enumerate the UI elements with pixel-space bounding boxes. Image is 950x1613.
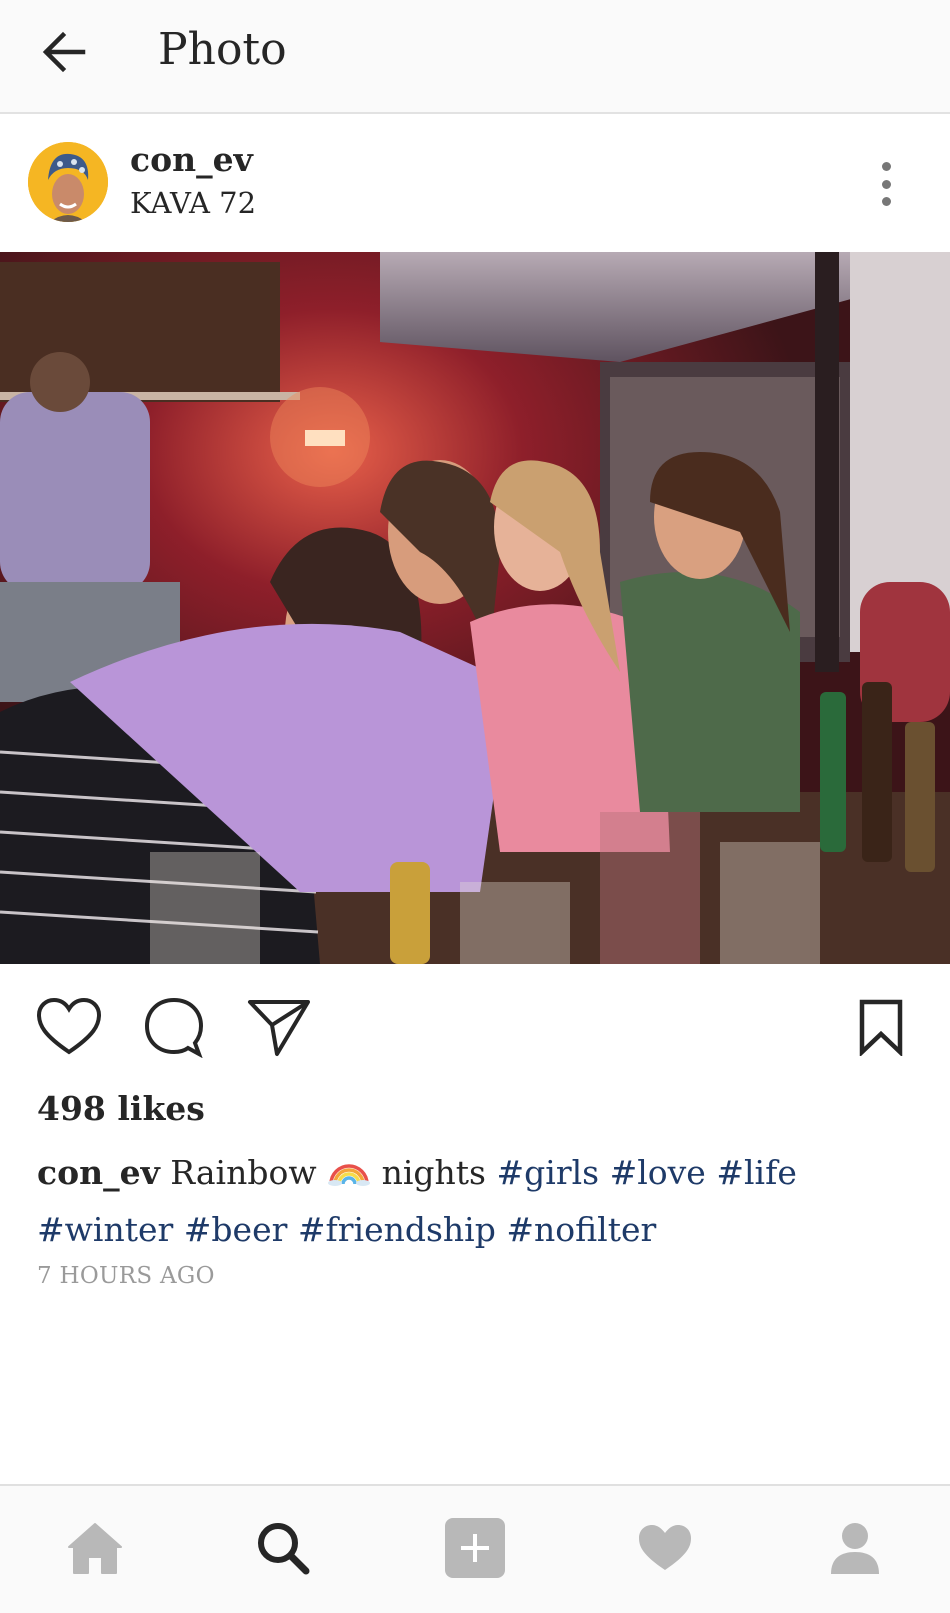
avatar-image bbox=[28, 142, 108, 222]
heart-outline-icon bbox=[36, 997, 102, 1055]
share-button[interactable] bbox=[242, 994, 316, 1060]
hashtag-life[interactable]: #life bbox=[716, 1153, 797, 1192]
page-title: Photo bbox=[158, 24, 287, 75]
comment-bubble-icon bbox=[144, 997, 204, 1058]
more-vertical-icon bbox=[881, 162, 891, 171]
nav-home[interactable] bbox=[55, 1508, 135, 1588]
nav-activity[interactable] bbox=[625, 1508, 705, 1588]
hashtag-winter[interactable]: #winter bbox=[37, 1210, 173, 1249]
bookmark-icon bbox=[859, 999, 903, 1056]
caption-text-after: nights bbox=[381, 1153, 486, 1192]
likes-count[interactable]: 498 likes bbox=[37, 1089, 205, 1128]
hashtag-beer[interactable]: #beer bbox=[184, 1210, 288, 1249]
group-photo-image bbox=[0, 252, 950, 964]
more-options-button[interactable] bbox=[868, 156, 904, 212]
like-button[interactable] bbox=[32, 994, 106, 1060]
heart-filled-icon bbox=[639, 1525, 691, 1570]
nav-search[interactable] bbox=[243, 1508, 323, 1588]
top-app-bar: Photo bbox=[0, 0, 950, 114]
avatar[interactable] bbox=[28, 142, 108, 222]
caption-text-before: Rainbow bbox=[170, 1153, 317, 1192]
send-paper-plane-icon bbox=[248, 1000, 310, 1056]
post-location[interactable]: KAVA 72 bbox=[130, 186, 256, 220]
nav-add[interactable] bbox=[435, 1508, 515, 1588]
post-timestamp: 7 HOURS AGO bbox=[37, 1263, 215, 1289]
rainbow-emoji-icon bbox=[327, 1147, 371, 1202]
hashtag-girls[interactable]: #girls bbox=[497, 1153, 600, 1192]
nav-profile[interactable] bbox=[815, 1508, 895, 1588]
post-caption: con_ev Rainbow nights #girls #love #life… bbox=[37, 1145, 917, 1257]
hashtag-love[interactable]: #love bbox=[610, 1153, 706, 1192]
search-icon bbox=[258, 1523, 310, 1575]
post-header: con_ev KAVA 72 bbox=[0, 116, 950, 252]
caption-username[interactable]: con_ev bbox=[37, 1153, 160, 1192]
hashtag-friendship[interactable]: #friendship bbox=[298, 1210, 496, 1249]
hashtag-nofilter[interactable]: #nofilter bbox=[506, 1210, 656, 1249]
comment-button[interactable] bbox=[137, 994, 211, 1060]
profile-icon bbox=[831, 1523, 879, 1574]
post-actions bbox=[0, 964, 950, 1084]
post-photo[interactable] bbox=[0, 252, 950, 964]
back-button[interactable] bbox=[36, 24, 92, 80]
post-username[interactable]: con_ev bbox=[130, 140, 253, 179]
bottom-navigation bbox=[0, 1484, 950, 1613]
save-button[interactable] bbox=[844, 994, 918, 1060]
home-icon bbox=[68, 1523, 122, 1574]
add-post-icon bbox=[445, 1518, 505, 1578]
arrow-left-icon bbox=[42, 31, 86, 73]
